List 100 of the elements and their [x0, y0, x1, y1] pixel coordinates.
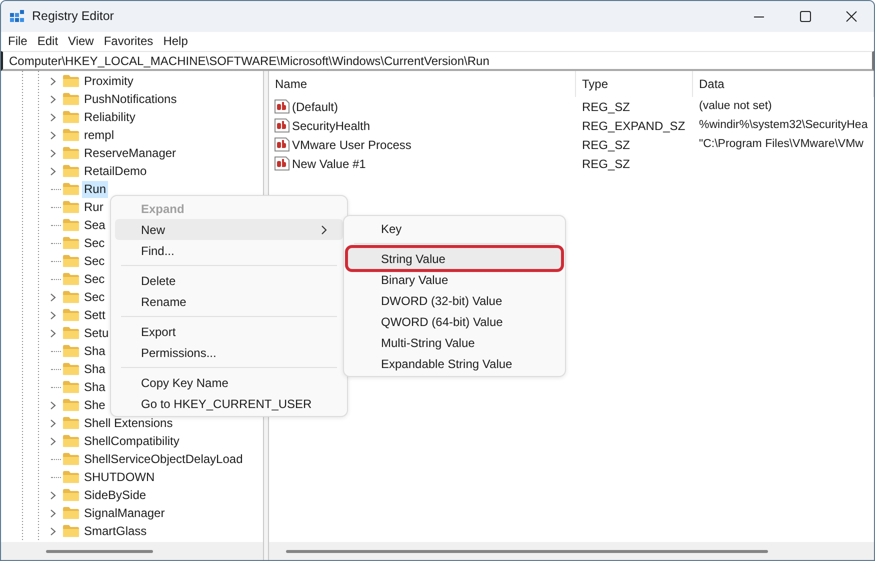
folder-icon [62, 74, 80, 88]
folder-icon [62, 236, 80, 250]
tree-item[interactable]: Reliability [82, 108, 138, 126]
column-header[interactable]: Type [576, 71, 693, 97]
value-data: "C:\Program Files\VMware\VMw [699, 138, 864, 150]
folder-icon [62, 254, 80, 268]
menu-item[interactable]: Permissions... [115, 342, 343, 363]
folder-icon [62, 434, 80, 448]
value-type: REG_SZ [582, 138, 630, 152]
menu-item[interactable]: New [115, 219, 343, 240]
chevron-icon[interactable] [50, 526, 56, 536]
tree-item[interactable]: Sec [82, 234, 107, 252]
menu-item[interactable]: Help [158, 33, 193, 50]
menu-item[interactable]: Favorites [98, 33, 158, 50]
string-value-icon [274, 137, 290, 152]
tree-item[interactable]: Sett [82, 306, 108, 324]
string-value-icon [274, 99, 290, 114]
tree-item[interactable]: Rur [82, 198, 106, 216]
maximize-icon [800, 11, 810, 22]
menu-item[interactable]: Edit [32, 33, 64, 50]
tree-item[interactable]: SmartGlass [82, 522, 149, 540]
column-header[interactable]: Name [269, 71, 576, 97]
folder-icon [62, 470, 80, 484]
folder-icon [62, 110, 80, 124]
chevron-icon[interactable] [50, 490, 56, 500]
tree-item[interactable]: Sec [82, 288, 107, 306]
chevron-icon[interactable] [50, 418, 56, 428]
tree-item[interactable]: ShellCompatibility [82, 432, 182, 450]
menu-item[interactable]: Expandable String Value [348, 353, 561, 374]
folder-icon [62, 128, 80, 142]
tree-item[interactable]: RetailDemo [82, 162, 149, 180]
chevron-icon[interactable] [50, 112, 56, 122]
chevron-icon[interactable] [50, 508, 56, 518]
menu-item[interactable]: View [63, 33, 99, 50]
folder-icon [62, 506, 80, 520]
chevron-icon[interactable] [50, 292, 56, 302]
menu-item[interactable]: QWORD (64-bit) Value [348, 311, 561, 332]
folder-icon [62, 218, 80, 232]
value-name[interactable]: SecurityHealth [292, 116, 370, 134]
menu-item[interactable]: Key [348, 218, 561, 239]
folder-icon [62, 344, 80, 358]
tree-item[interactable]: Sha [82, 342, 108, 360]
chevron-icon[interactable] [50, 436, 56, 446]
chevron-icon[interactable] [50, 130, 56, 140]
value-name[interactable]: (Default) [292, 98, 338, 116]
tree-item[interactable]: Shell Extensions [82, 414, 175, 432]
value-data: %windir%\system32\SecurityHea [699, 118, 868, 131]
scrollbar[interactable] [1, 542, 263, 560]
value-name[interactable]: New Value #1 [292, 154, 366, 172]
menu-item[interactable]: String Value [348, 248, 561, 269]
folder-icon [62, 308, 80, 322]
value-type: REG_EXPAND_SZ [582, 118, 686, 132]
chevron-icon[interactable] [50, 400, 56, 410]
menu-item[interactable]: DWORD (32-bit) Value [348, 290, 561, 311]
menu-item[interactable]: Rename [115, 291, 343, 312]
menu-item[interactable]: Multi-String Value [348, 332, 561, 353]
folder-icon [62, 488, 80, 502]
menu-item[interactable]: Go to HKEY_CURRENT_USER [115, 393, 343, 414]
chevron-icon[interactable] [50, 76, 56, 86]
chevron-icon[interactable] [50, 94, 56, 104]
tree-item[interactable]: SignalManager [82, 504, 167, 522]
value-type: REG_SZ [582, 156, 630, 170]
tree-item[interactable]: PushNotifications [82, 90, 179, 108]
tree-item[interactable]: Sha [82, 360, 108, 378]
menu-item[interactable]: File [3, 33, 32, 50]
folder-icon [62, 164, 80, 178]
tree-item[interactable]: She [82, 396, 108, 414]
menu-item[interactable]: Copy Key Name [115, 372, 343, 393]
tree-item[interactable]: SHUTDOWN [82, 468, 157, 486]
value-data: (value not set) [699, 100, 772, 112]
folder-icon [62, 290, 80, 304]
chevron-icon[interactable] [50, 310, 56, 320]
chevron-icon[interactable] [50, 328, 56, 338]
menu-item[interactable]: Find... [115, 240, 343, 261]
chevron-icon[interactable] [50, 148, 56, 158]
menu-item[interactable]: Export [115, 321, 343, 342]
menu-item[interactable]: Binary Value [348, 269, 561, 290]
tree-item[interactable]: Sea [82, 216, 108, 234]
tree-item[interactable]: Sec [82, 252, 107, 270]
tree-item[interactable]: ShellServiceObjectDelayLoad [82, 450, 245, 468]
column-header[interactable]: Data [693, 71, 874, 97]
value-type: REG_SZ [582, 100, 630, 114]
tree-item[interactable]: ReserveManager [82, 144, 178, 162]
tree-item[interactable]: Sha [82, 378, 108, 396]
chevron-icon[interactable] [50, 166, 56, 176]
tree-item[interactable]: Run [82, 180, 108, 198]
folder-icon [62, 272, 80, 286]
menu-item[interactable]: Delete [115, 270, 343, 291]
scrollbar[interactable] [269, 542, 874, 560]
folder-icon [62, 380, 80, 394]
value-name[interactable]: VMware User Process [292, 136, 412, 154]
tree-item[interactable]: Setu [82, 324, 111, 342]
app-icon [10, 10, 24, 24]
tree-item[interactable]: rempl [82, 126, 116, 144]
tree-item[interactable]: Proximity [82, 72, 136, 90]
folder-icon [62, 362, 80, 376]
address-field[interactable]: Computer\HKEY_LOCAL_MACHINE\SOFTWARE\Microsoft\Windows\CurrentVersion\Run [1, 51, 874, 71]
tree-item[interactable]: Sec [82, 270, 107, 288]
folder-icon [62, 146, 80, 160]
tree-item[interactable]: SideBySide [82, 486, 148, 504]
